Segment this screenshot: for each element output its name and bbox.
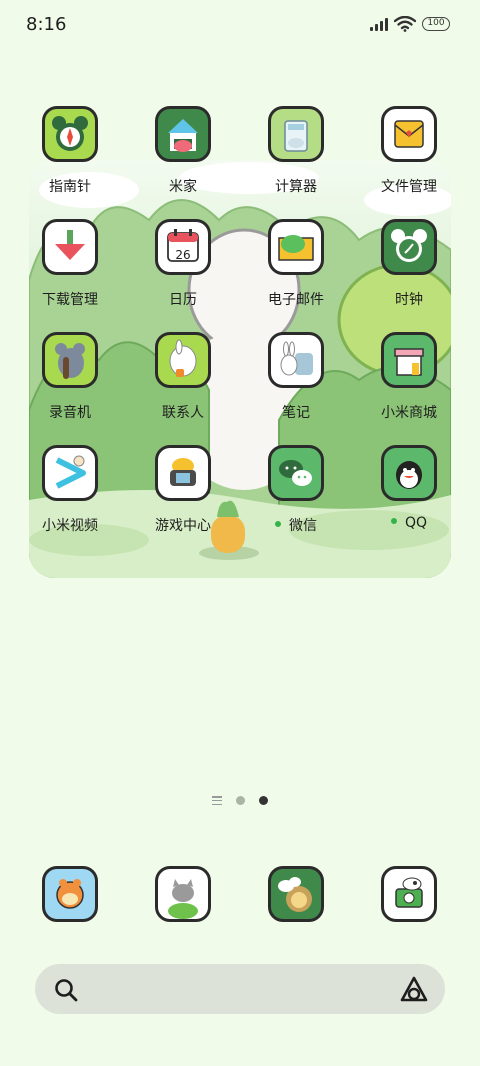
app-calendar[interactable]: 26 日历 bbox=[133, 219, 233, 329]
app-wechat[interactable]: 微信 bbox=[246, 445, 346, 555]
app-clock[interactable]: 时钟 bbox=[359, 219, 459, 329]
app-label: 日历 bbox=[169, 292, 197, 308]
dock-app-4[interactable] bbox=[359, 866, 459, 926]
app-label: 米家 bbox=[169, 179, 197, 195]
page-dot-active bbox=[259, 796, 268, 805]
clock-time: 8:16 bbox=[26, 14, 67, 35]
app-label: 电子邮件 bbox=[268, 292, 324, 308]
app-label: 游戏中心 bbox=[155, 518, 211, 534]
clock-icon bbox=[381, 219, 437, 275]
app-notes[interactable]: 笔记 bbox=[246, 332, 346, 442]
page-indicator[interactable] bbox=[212, 796, 268, 805]
app-file-manager[interactable]: 文件管理 bbox=[359, 106, 459, 216]
app-label: 小米商城 bbox=[381, 405, 437, 421]
app-compass[interactable]: 指南针 bbox=[20, 106, 120, 216]
assistant-icon[interactable] bbox=[399, 975, 429, 1003]
app-mi-store[interactable]: 小米商城 bbox=[359, 332, 459, 442]
dock-app-1[interactable] bbox=[20, 866, 120, 926]
app-label: 录音机 bbox=[49, 405, 91, 421]
app-label: 时钟 bbox=[395, 292, 423, 308]
folder-icon bbox=[381, 106, 437, 162]
app-label: 文件管理 bbox=[381, 179, 437, 195]
search-bar[interactable] bbox=[35, 964, 445, 1014]
app-contacts[interactable]: 联系人 bbox=[133, 332, 233, 442]
battery-icon: 100 bbox=[422, 17, 450, 31]
notification-dot bbox=[275, 521, 281, 527]
app-label: 微信 bbox=[246, 515, 346, 535]
app-label: 下载管理 bbox=[42, 292, 98, 308]
dock-app-2[interactable] bbox=[133, 866, 233, 926]
app-label: QQ bbox=[359, 515, 459, 531]
notification-dot bbox=[390, 518, 397, 524]
notes-icon bbox=[268, 332, 324, 388]
app-email[interactable]: 电子邮件 bbox=[246, 219, 346, 329]
search-icon bbox=[55, 979, 78, 1002]
app-label-text: QQ bbox=[404, 515, 428, 531]
email-icon bbox=[268, 219, 324, 275]
camera-cow-icon bbox=[381, 866, 437, 922]
app-label-text: 微信 bbox=[289, 518, 317, 534]
contacts-icon bbox=[155, 332, 211, 388]
app-label: 指南针 bbox=[49, 179, 91, 195]
app-mi-home[interactable]: 米家 bbox=[133, 106, 233, 216]
app-drawer-icon bbox=[212, 796, 222, 805]
app-label: 小米视频 bbox=[42, 518, 98, 534]
app-mi-video[interactable]: 小米视频 bbox=[20, 445, 120, 555]
app-game-center[interactable]: 游戏中心 bbox=[133, 445, 233, 555]
calendar-icon: 26 bbox=[155, 219, 211, 275]
lion-app-icon bbox=[268, 866, 324, 922]
mi-home-icon bbox=[155, 106, 211, 162]
store-icon bbox=[381, 332, 437, 388]
app-label: 联系人 bbox=[162, 405, 204, 421]
app-downloads[interactable]: 下载管理 bbox=[20, 219, 120, 329]
compass-icon bbox=[42, 106, 98, 162]
dock-app-3[interactable] bbox=[246, 866, 346, 926]
app-label: 计算器 bbox=[275, 179, 317, 195]
app-qq[interactable]: QQ bbox=[359, 445, 459, 555]
signal-icon bbox=[370, 17, 388, 31]
game-icon bbox=[155, 445, 211, 501]
wifi-icon bbox=[394, 16, 416, 32]
page-dot bbox=[236, 796, 245, 805]
app-recorder[interactable]: 录音机 bbox=[20, 332, 120, 442]
download-icon bbox=[42, 219, 98, 275]
wechat-icon bbox=[268, 445, 324, 501]
recorder-icon bbox=[42, 332, 98, 388]
status-icons: 100 bbox=[370, 16, 450, 32]
calculator-icon bbox=[268, 106, 324, 162]
status-bar: 8:16 100 bbox=[0, 0, 480, 50]
cat-app-icon bbox=[155, 866, 211, 922]
app-calculator[interactable]: 计算器 bbox=[246, 106, 346, 216]
fox-app-icon bbox=[42, 866, 98, 922]
app-label: 笔记 bbox=[282, 405, 310, 421]
video-icon bbox=[42, 445, 98, 501]
qq-icon bbox=[381, 445, 437, 501]
calendar-day: 26 bbox=[175, 248, 191, 262]
